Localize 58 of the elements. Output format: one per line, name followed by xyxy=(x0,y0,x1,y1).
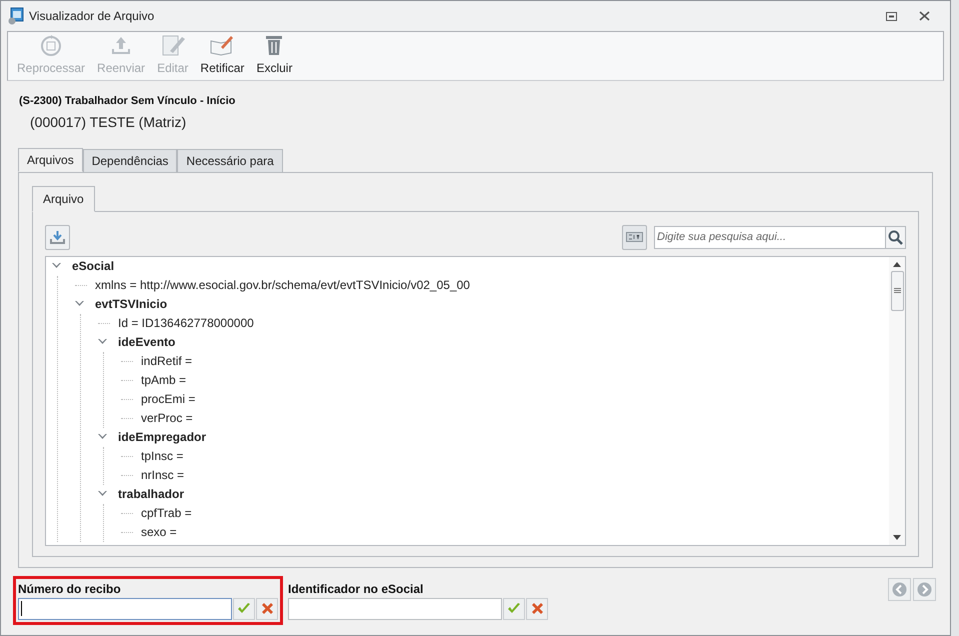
expand-caret-icon[interactable] xyxy=(75,301,87,307)
restore-icon[interactable] xyxy=(886,12,897,20)
expand-caret-icon[interactable] xyxy=(52,263,64,269)
window-app-icon xyxy=(7,7,25,25)
tab[interactable]: Arquivos xyxy=(18,148,83,172)
grip-icon[interactable] xyxy=(894,288,900,294)
check-icon xyxy=(507,602,522,614)
toolbar-button[interactable]: Excluir xyxy=(251,33,298,77)
cancel-button[interactable] xyxy=(256,598,278,620)
arrow-right-icon xyxy=(917,582,932,596)
expand-caret-icon[interactable] xyxy=(98,434,110,440)
input-field[interactable] xyxy=(288,598,502,620)
input-field[interactable] xyxy=(18,598,232,620)
tab[interactable]: Necessário para xyxy=(177,148,283,172)
field-label: Identificador no eSocial xyxy=(288,580,424,596)
tab[interactable]: Arquivo xyxy=(32,186,95,212)
expand-caret-icon[interactable] xyxy=(98,339,110,345)
tree-attribute[interactable]: sexo = xyxy=(141,523,177,541)
csv-button[interactable] xyxy=(622,224,647,250)
check-icon xyxy=(237,602,252,614)
tree-node[interactable]: ideEvento xyxy=(118,333,176,351)
tree-attribute[interactable]: cpfTrab = xyxy=(141,504,192,522)
event-title: (S-2300) Trabalhador Sem Vínculo - Início xyxy=(19,94,236,109)
tree-node[interactable]: ideEmpregador xyxy=(118,428,206,446)
tree-attribute[interactable]: nrInsc = xyxy=(141,466,184,484)
close-icon xyxy=(530,602,544,615)
toolbar-button[interactable]: Retificar xyxy=(195,33,250,77)
arrow-left-icon xyxy=(892,582,907,596)
vertical-scrollbar[interactable] xyxy=(889,256,905,544)
cancel-button[interactable] xyxy=(526,598,548,620)
calculator-refresh-icon xyxy=(39,33,64,57)
tree-attribute[interactable]: verProc = xyxy=(141,409,193,427)
window-title: Visualizador de Arquivo xyxy=(29,8,154,25)
field-label: Número do recibo xyxy=(18,580,122,596)
close-icon xyxy=(260,602,274,615)
tree-attribute[interactable]: xmlns = http://www.esocial.gov.br/schema/evt/evtTSVInicio/v02_05_00 xyxy=(95,276,470,294)
tree-attribute[interactable]: procEmi = xyxy=(141,390,196,408)
tree-attribute[interactable]: Id = ID136462778000000 xyxy=(118,314,254,332)
search-field[interactable]: Digite sua pesquisa aqui... xyxy=(654,226,886,248)
tree-node[interactable]: trabalhador xyxy=(118,485,184,503)
previous-button[interactable] xyxy=(888,578,911,600)
tree-attribute[interactable]: indRetif = xyxy=(141,352,192,370)
expand-caret-icon[interactable] xyxy=(98,491,110,497)
close-icon[interactable] xyxy=(919,11,930,21)
tab[interactable]: Dependências xyxy=(82,148,178,172)
next-button[interactable] xyxy=(913,578,936,600)
csv-file-icon xyxy=(626,232,643,242)
company-name: (000017) TESTE (Matriz) xyxy=(30,112,188,132)
tree-attribute[interactable]: tpInsc = xyxy=(141,447,184,465)
download-icon xyxy=(50,230,65,244)
tree-node[interactable]: evtTSVInicio xyxy=(95,295,168,313)
confirm-button[interactable] xyxy=(233,598,256,620)
download-button[interactable] xyxy=(45,224,70,250)
search-icon xyxy=(888,230,903,244)
tree-attribute[interactable]: tpAmb = xyxy=(141,371,186,389)
search-button[interactable] xyxy=(886,226,906,248)
tree-node[interactable]: eSocial xyxy=(72,257,114,275)
confirm-button[interactable] xyxy=(503,598,526,620)
